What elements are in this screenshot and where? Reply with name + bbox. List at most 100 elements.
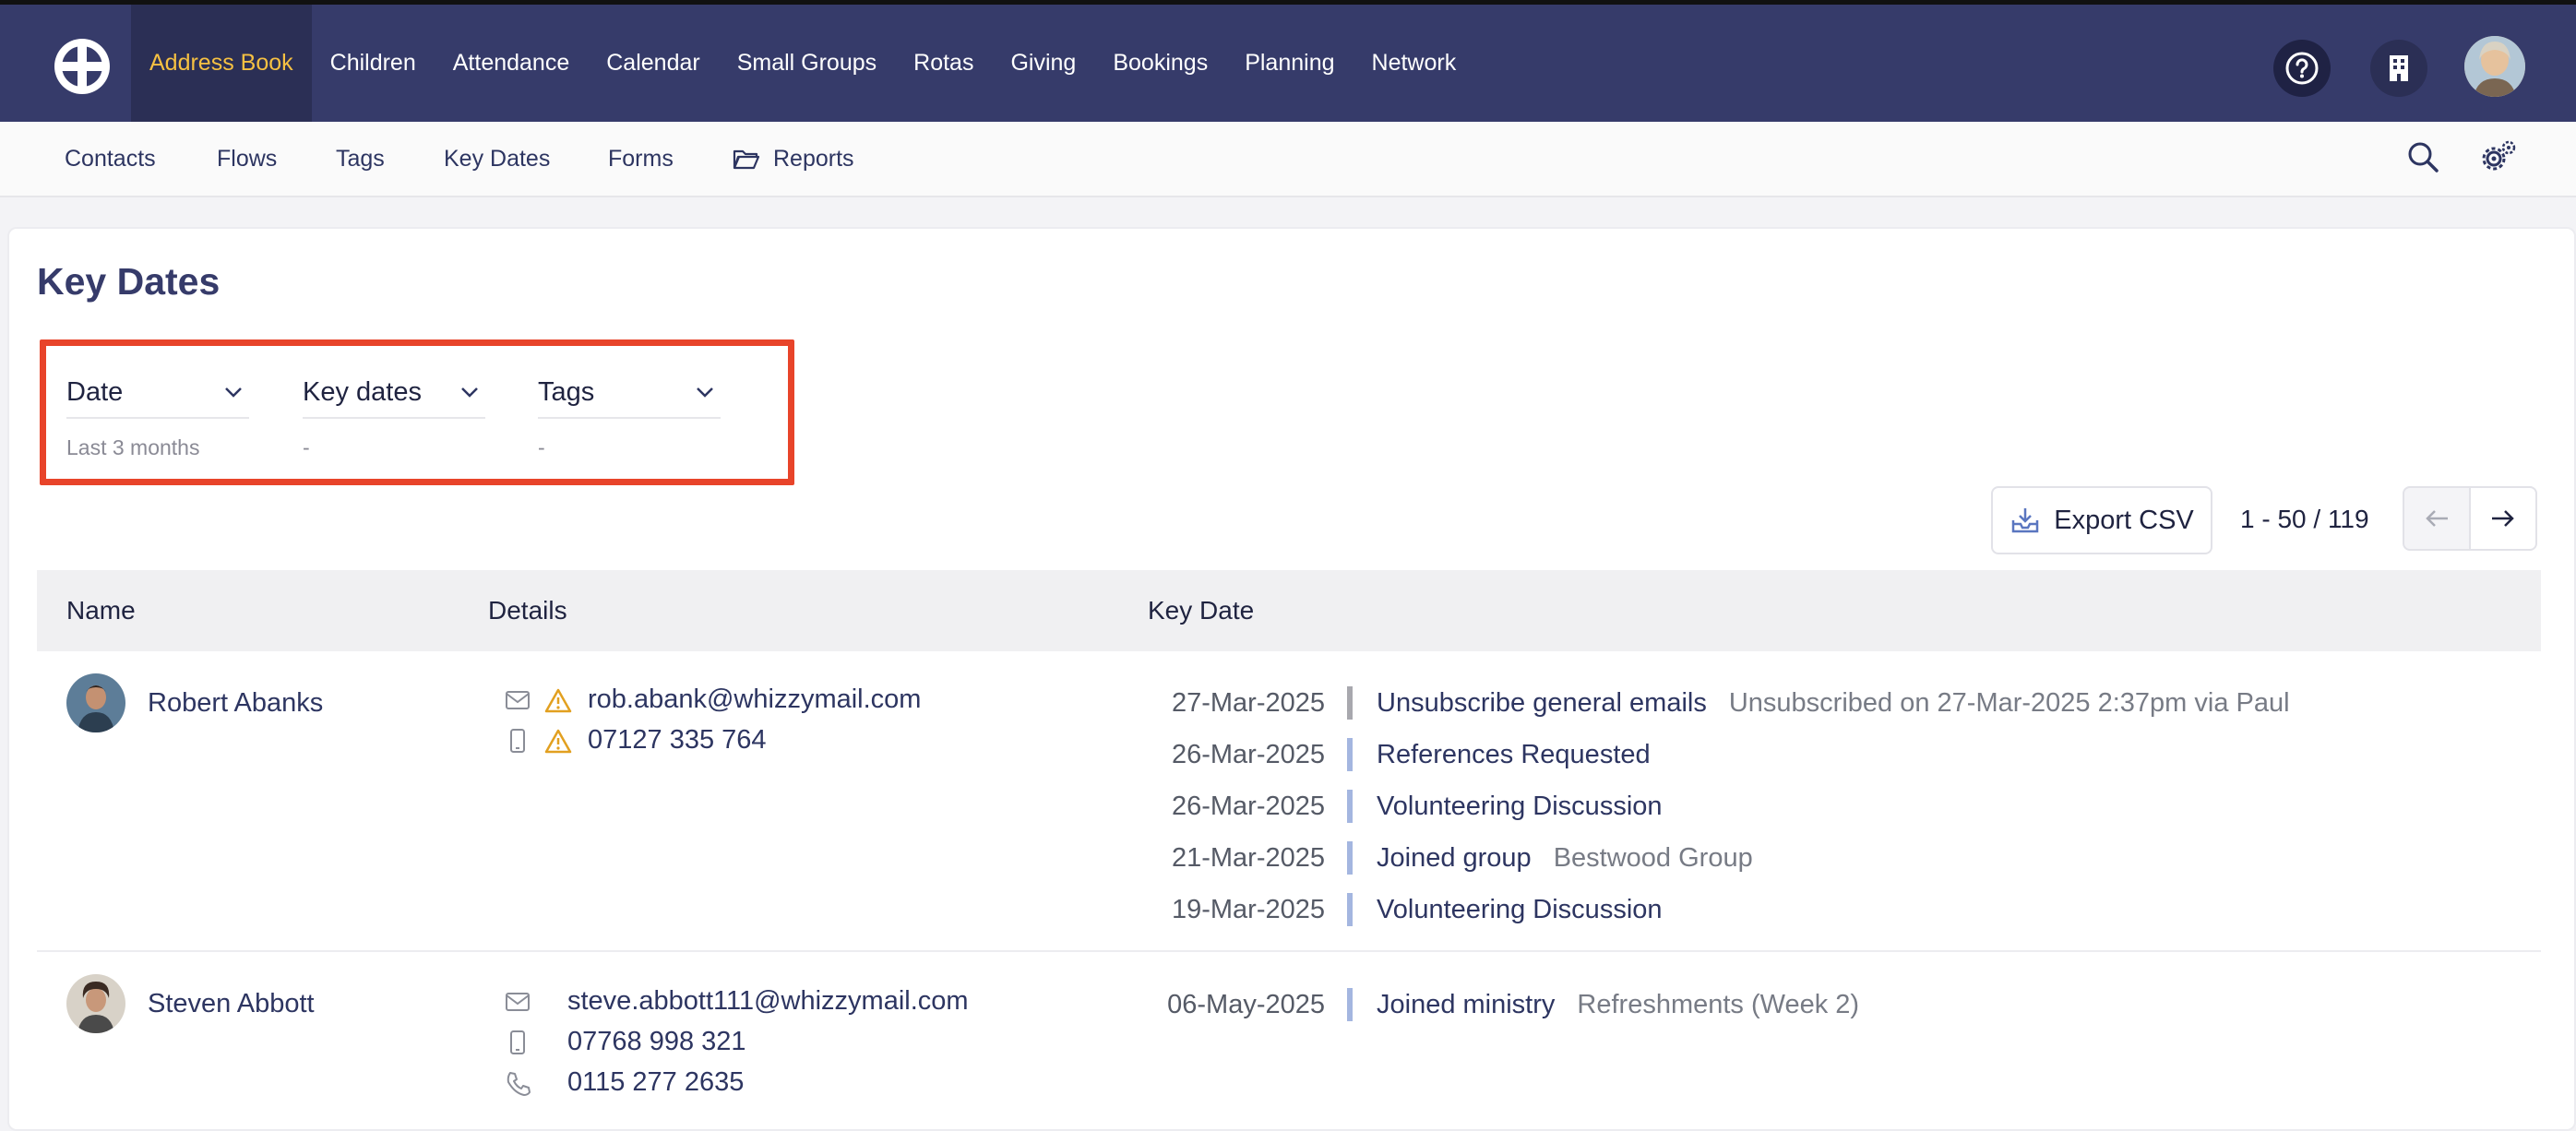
email-link[interactable]: steve.abbott111@whizzymail.com xyxy=(567,986,969,1017)
key-date-event-link[interactable]: Volunteering Discussion xyxy=(1377,895,1663,925)
phone-link[interactable]: 0115 277 2635 xyxy=(567,1067,744,1098)
key-date-date: 21-Mar-2025 xyxy=(1171,842,1325,873)
pagination-summary: 1 - 50 / 119 xyxy=(2240,505,2369,533)
nav-bookings[interactable]: Bookings xyxy=(1094,5,1226,122)
export-csv-button[interactable]: Export CSV xyxy=(1991,486,2212,554)
email-icon xyxy=(501,992,534,1012)
key-date-entry: 26-Mar-2025 Volunteering Discussion xyxy=(1135,788,1663,825)
email-icon xyxy=(501,690,534,710)
nav-attendance[interactable]: Attendance xyxy=(435,5,589,122)
mobile-detail: 07768 998 321 xyxy=(501,1027,746,1057)
nav-small-groups[interactable]: Small Groups xyxy=(719,5,895,122)
nav-network[interactable]: Network xyxy=(1354,5,1475,122)
key-date-entry: 27-Mar-2025 Unsubscribe general emails U… xyxy=(1135,685,2290,721)
key-date-marker xyxy=(1347,841,1353,875)
filter-date-label: Date xyxy=(66,376,124,407)
key-date-entry: 06-May-2025 Joined ministry Refreshments… xyxy=(1135,986,1859,1023)
key-date-entry: 19-Mar-2025 Volunteering Discussion xyxy=(1135,891,1663,928)
nav-giving[interactable]: Giving xyxy=(992,5,1094,122)
key-date-date: 27-Mar-2025 xyxy=(1171,687,1325,718)
filter-date-value: Last 3 months xyxy=(66,435,200,459)
nav-address-book[interactable]: Address Book xyxy=(131,5,312,122)
chevron-down-icon xyxy=(225,387,242,398)
nav-calendar[interactable]: Calendar xyxy=(588,5,718,122)
key-date-detail: Unsubscribed on 27-Mar-2025 2:37pm via P… xyxy=(1728,687,2290,718)
avatar xyxy=(66,974,125,1033)
phone-icon xyxy=(501,1070,534,1096)
key-date-entry: 26-Mar-2025 References Requested xyxy=(1135,736,1651,773)
nav-children[interactable]: Children xyxy=(312,5,435,122)
previous-page-button[interactable] xyxy=(2403,486,2471,551)
subnav-forms[interactable]: Forms xyxy=(608,122,674,196)
column-header-details: Details xyxy=(488,596,567,625)
key-date-marker xyxy=(1347,686,1353,720)
folder-icon xyxy=(733,149,760,170)
app-logo-icon[interactable] xyxy=(52,36,113,97)
subnav-contacts-label: Contacts xyxy=(65,145,156,172)
key-date-marker xyxy=(1347,790,1353,823)
email-detail: steve.abbott111@whizzymail.com xyxy=(501,986,969,1017)
top-navigation-bar: Address Book Children Attendance Calenda… xyxy=(0,0,2576,122)
arrow-right-icon xyxy=(2492,510,2514,527)
mobile-phone-icon xyxy=(501,1030,534,1055)
key-date-marker xyxy=(1347,988,1353,1021)
key-date-marker xyxy=(1347,738,1353,771)
key-date-date: 06-May-2025 xyxy=(1167,989,1325,1019)
person-name-link[interactable]: Steven Abbott xyxy=(148,989,315,1019)
table-row-person: Robert Abanks xyxy=(66,673,323,732)
subnav-forms-label: Forms xyxy=(608,145,674,172)
nav-planning[interactable]: Planning xyxy=(1226,5,1353,122)
main-nav: Address Book Children Attendance Calenda… xyxy=(131,5,1474,122)
building-icon[interactable] xyxy=(2370,40,2427,97)
subnav-reports-label: Reports xyxy=(773,145,854,172)
mobile-detail: 07127 335 764 xyxy=(501,725,767,756)
warning-icon xyxy=(542,687,575,713)
table-row-person: Steven Abbott xyxy=(66,974,315,1033)
key-date-detail[interactable]: Refreshments (Week 2) xyxy=(1577,990,1859,1020)
key-date-date: 19-Mar-2025 xyxy=(1171,894,1325,924)
filter-date[interactable]: Date Last 3 months xyxy=(66,367,249,460)
chevron-down-icon xyxy=(461,387,478,398)
key-date-event-link[interactable]: Volunteering Discussion xyxy=(1377,792,1663,822)
warning-icon xyxy=(542,728,575,754)
filter-key-dates-label: Key dates xyxy=(303,376,422,407)
subnav-tags[interactable]: Tags xyxy=(336,122,385,196)
chevron-down-icon xyxy=(697,387,713,398)
key-date-marker xyxy=(1347,893,1353,926)
subnav-flows[interactable]: Flows xyxy=(217,122,277,196)
key-date-event-link[interactable]: Joined group xyxy=(1377,843,1532,874)
page-title: Key Dates xyxy=(37,260,221,303)
filter-key-dates[interactable]: Key dates - xyxy=(303,367,485,460)
key-date-detail[interactable]: Bestwood Group xyxy=(1554,843,1753,874)
person-name-link[interactable]: Robert Abanks xyxy=(148,688,323,719)
email-link[interactable]: rob.abank@whizzymail.com xyxy=(588,685,921,715)
filter-key-dates-value: - xyxy=(303,435,310,459)
key-date-event-link[interactable]: References Requested xyxy=(1377,740,1651,770)
mobile-link[interactable]: 07768 998 321 xyxy=(567,1027,746,1057)
search-icon[interactable] xyxy=(2404,138,2441,175)
user-avatar[interactable] xyxy=(2464,36,2525,97)
next-page-button[interactable] xyxy=(2469,486,2537,551)
filter-tags[interactable]: Tags - xyxy=(538,367,721,460)
arrow-left-icon xyxy=(2426,510,2448,527)
filter-tags-label: Tags xyxy=(538,376,595,407)
filter-tags-value: - xyxy=(538,435,545,459)
row-divider xyxy=(37,950,2541,952)
column-header-key-date[interactable]: Key Date xyxy=(1148,596,1254,625)
subnav-reports[interactable]: Reports xyxy=(733,122,854,196)
subnav-contacts[interactable]: Contacts xyxy=(65,122,156,196)
help-icon[interactable] xyxy=(2273,40,2331,97)
table-header: Name Details Key Date xyxy=(37,570,2541,651)
subnav-key-dates[interactable]: Key Dates xyxy=(444,122,550,196)
key-date-date: 26-Mar-2025 xyxy=(1171,739,1325,769)
settings-icon[interactable] xyxy=(2478,138,2516,175)
avatar xyxy=(66,673,125,732)
mobile-link[interactable]: 07127 335 764 xyxy=(588,725,767,756)
phone-detail: 0115 277 2635 xyxy=(501,1067,744,1098)
download-tray-icon xyxy=(2012,508,2039,533)
subnav-tags-label: Tags xyxy=(336,145,385,172)
key-date-event-link[interactable]: Unsubscribe general emails xyxy=(1377,688,1707,719)
nav-rotas[interactable]: Rotas xyxy=(895,5,992,122)
column-header-name[interactable]: Name xyxy=(66,596,136,625)
key-date-event-link[interactable]: Joined ministry xyxy=(1377,990,1555,1020)
